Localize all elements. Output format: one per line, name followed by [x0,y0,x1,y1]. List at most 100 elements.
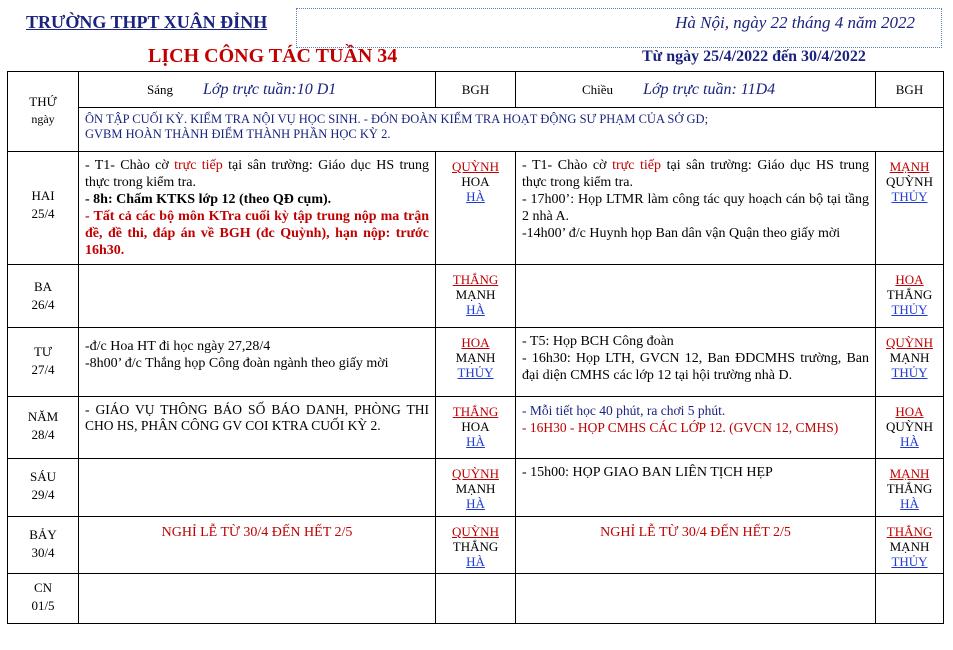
morning-item: - Tất cả các bộ môn KTra cuối kỳ tập tru… [85,209,429,258]
day-date: 01/5 [31,598,55,613]
bgh-name[interactable]: HÀ [436,189,515,204]
bgh-cell: HOA MẠNH THỦY [435,327,516,397]
afternoon-item: -14h00’ đ/c Huynh họp Ban dân vận Quận t… [522,226,841,241]
table-row: BA 26/4 THẮNG MẠNH HÀ HOA THẮNG THỦY [7,264,944,328]
bgh-name[interactable]: QUỲNH [436,524,515,539]
day-date: 28/4 [31,427,55,442]
afternoon-label: Chiều [582,81,614,97]
bgh-cell: QUỲNH MẠNH HÀ [435,458,516,517]
note-row: ÔN TẬP CUỐI KỲ. KIỂM TRA NỘI VỤ HỌC SINH… [8,107,944,152]
morning-header: Sáng Lớp trực tuần:10 D1 [78,71,436,108]
morning-item: - 8h: Chấm KTKS lớp 12 (theo QĐ cụm). [85,192,332,207]
day-header-label: THỨ [29,94,57,109]
bgh-name: MẠNH [889,539,930,554]
morning-cell: - GIÁO VỤ THÔNG BÁO SỐ BÁO DANH, PHÒNG T… [78,396,436,459]
day-name: SÁU [29,469,56,484]
schedule-title: LỊCH CÔNG TÁC TUẦN 34 [148,45,398,67]
bgh-name[interactable]: HÀ [436,496,515,511]
bgh-name[interactable]: HÀ [876,434,943,449]
bgh-name[interactable]: THẮNG [436,272,515,287]
bgh-name: QUỲNH [886,419,933,434]
table-row: CN 01/5 [7,573,944,624]
bgh-name[interactable]: MẠNH [876,159,943,174]
bgh-name[interactable]: THỦY [876,302,943,317]
day-name: NĂM [27,409,59,424]
morning-cell: -đ/c Hoa HT đi học ngày 27,28/4 -8h00’ đ… [78,327,436,397]
morning-label: Sáng [147,81,173,97]
bgh-cell [435,573,516,624]
day-name: BA [33,279,53,294]
bgh-cell: QUỲNH HOA HÀ [435,151,516,265]
morning-holiday: NGHỈ LỄ TỪ 30/4 ĐẾN HẾT 2/5 [78,516,436,574]
afternoon-item: - T5: Họp BCH Công đoàn [522,334,674,349]
day-cell: HAI 25/4 [7,151,79,265]
bgh-afternoon-header: BGH [875,71,944,108]
afternoon-cell [515,573,876,624]
bgh-name: THẮNG [452,539,499,554]
day-name: BẢY [29,527,57,542]
bgh-name[interactable]: QUỲNH [876,335,943,350]
afternoon-cell: - T1- Chào cờ trực tiếp tại sân trường: … [515,151,876,265]
bgh-name[interactable]: HOA [436,335,515,350]
morning-item: -8h00’ đ/c Thắng họp Công đoàn ngành the… [85,356,389,371]
morning-cell [78,573,436,624]
day-cell: SÁU 29/4 [7,458,79,517]
day-cell: TƯ 27/4 [7,327,79,397]
morning-cell [78,458,436,517]
table-row: TƯ 27/4 -đ/c Hoa HT đi học ngày 27,28/4 … [7,327,944,397]
day-cell: CN 01/5 [7,573,79,624]
afternoon-cell: - T5: Họp BCH Công đoàn - 16h30: Họp LTH… [515,327,876,397]
day-cell: BA 26/4 [7,264,79,328]
afternoon-item: - T1- Chào cờ trực tiếp tại sân trường: … [522,158,869,190]
afternoon-holiday: NGHỈ LỄ TỪ 30/4 ĐẾN HẾT 2/5 [515,516,876,574]
day-date: 27/4 [31,362,55,377]
bgh-name: MẠNH [889,350,930,365]
bgh-name[interactable]: THỦY [876,365,943,380]
bgh-cell [875,573,944,624]
day-column-header: THỨ ngày [7,71,79,152]
table-row: SÁU 29/4 QUỲNH MẠNH HÀ - 15h00: HỌP GIAO… [7,458,944,517]
afternoon-item: - 16h30: Họp LTH, GVCN 12, Ban ĐDCMHS tr… [522,351,869,383]
schedule-table: THỨ ngày Sáng Lớp trực tuần:10 D1 BGH Chi… [7,71,944,624]
bgh-name: THẮNG [886,287,933,302]
day-cell: BẢY 30/4 [7,516,79,574]
day-date: 26/4 [31,297,55,312]
bgh-name[interactable]: HOA [876,272,943,287]
afternoon-cell [515,264,876,328]
bgh-name[interactable]: THỦY [876,189,943,204]
bgh-name[interactable]: THẮNG [436,404,515,419]
morning-cell: - T1- Chào cờ trực tiếp tại sân trường: … [78,151,436,265]
bgh-morning-header: BGH [435,71,516,108]
afternoon-item: - 16H30 - HỌP CMHS CÁC LỚP 12. (GVCN 12,… [522,420,839,435]
bgh-name[interactable]: MẠNH [876,466,943,481]
bgh-name[interactable]: HÀ [436,434,515,449]
afternoon-cell: - Mỗi tiết học 40 phút, ra chơi 5 phút. … [515,396,876,459]
bgh-name[interactable]: HÀ [876,496,943,511]
bgh-name[interactable]: HOA [876,404,943,419]
bgh-cell: MẠNH THẮNG HÀ [875,458,944,517]
bgh-name[interactable]: HÀ [436,554,515,569]
afternoon-item: - 17h00’: Họp LTMR làm công tác quy hoạc… [522,192,869,224]
table-row: NĂM 28/4 - GIÁO VỤ THÔNG BÁO SỐ BÁO DANH… [7,396,944,459]
bgh-name[interactable]: HÀ [436,302,515,317]
note-empty [875,107,944,152]
bgh-name[interactable]: QUỲNH [436,159,515,174]
header-row: THỨ ngày Sáng Lớp trực tuần:10 D1 BGH Chi… [7,71,944,152]
bgh-name[interactable]: THỦY [436,365,515,380]
bgh-name: QUỲNH [886,174,933,189]
bgh-name: HOA [461,174,490,189]
bgh-name[interactable]: QUỲNH [436,466,515,481]
date-range: Từ ngày 25/4/2022 đến 30/4/2022 [642,48,866,65]
day-name: TƯ [33,344,53,359]
bgh-cell: HOA QUỲNH HÀ [875,396,944,459]
afternoon-cell: - 15h00: HỌP GIAO BAN LIÊN TỊCH HẸP [515,458,876,517]
bgh-cell: MẠNH QUỲNH THỦY [875,151,944,265]
table-row: BẢY 30/4 NGHỈ LỄ TỪ 30/4 ĐẾN HẾT 2/5 QUỲ… [7,516,944,574]
bgh-name: THẮNG [886,481,933,496]
bgh-cell: QUỲNH THẮNG HÀ [435,516,516,574]
bgh-name[interactable]: THẮNG [876,524,943,539]
bgh-name[interactable]: THỦY [876,554,943,569]
week-note: ÔN TẬP CUỐI KỲ. KIỂM TRA NỘI VỤ HỌC SINH… [78,107,876,152]
day-date: 29/4 [31,487,55,502]
day-header-sub: ngày [31,112,55,126]
